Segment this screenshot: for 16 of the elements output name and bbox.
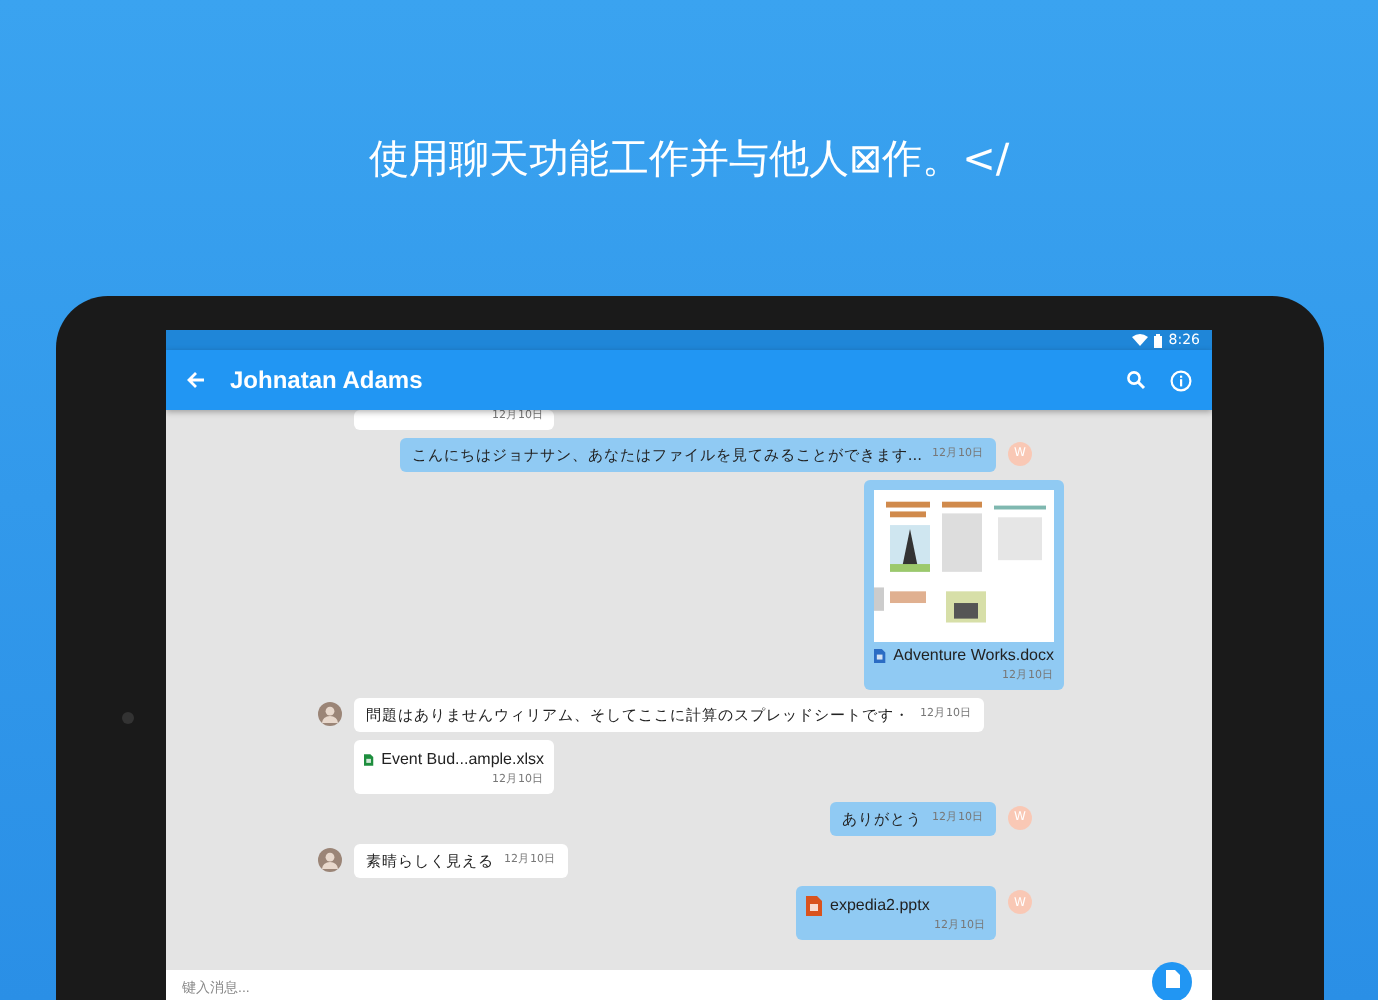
wifi-icon — [1132, 334, 1149, 346]
info-icon[interactable] — [1170, 369, 1192, 391]
camera-icon — [121, 712, 133, 724]
search-icon[interactable] — [1126, 370, 1146, 390]
back-icon[interactable] — [186, 370, 206, 390]
headline: 使用聊天功能工作并与他人⊠作。</ — [368, 132, 1010, 186]
file-icon — [1165, 970, 1179, 988]
chat-title: Johnatan Adams — [230, 365, 425, 395]
presentation-icon — [806, 896, 822, 917]
spreadsheet-icon — [364, 749, 374, 770]
file-name: expedia2.pptx — [830, 896, 930, 917]
attach-file-button[interactable] — [1152, 962, 1192, 1000]
document-icon — [874, 645, 886, 666]
file-name: Adventure Works.docx — [893, 645, 1054, 666]
battery-icon — [1154, 333, 1163, 347]
file-name: Event Bud...ample.xlsx — [381, 749, 544, 770]
